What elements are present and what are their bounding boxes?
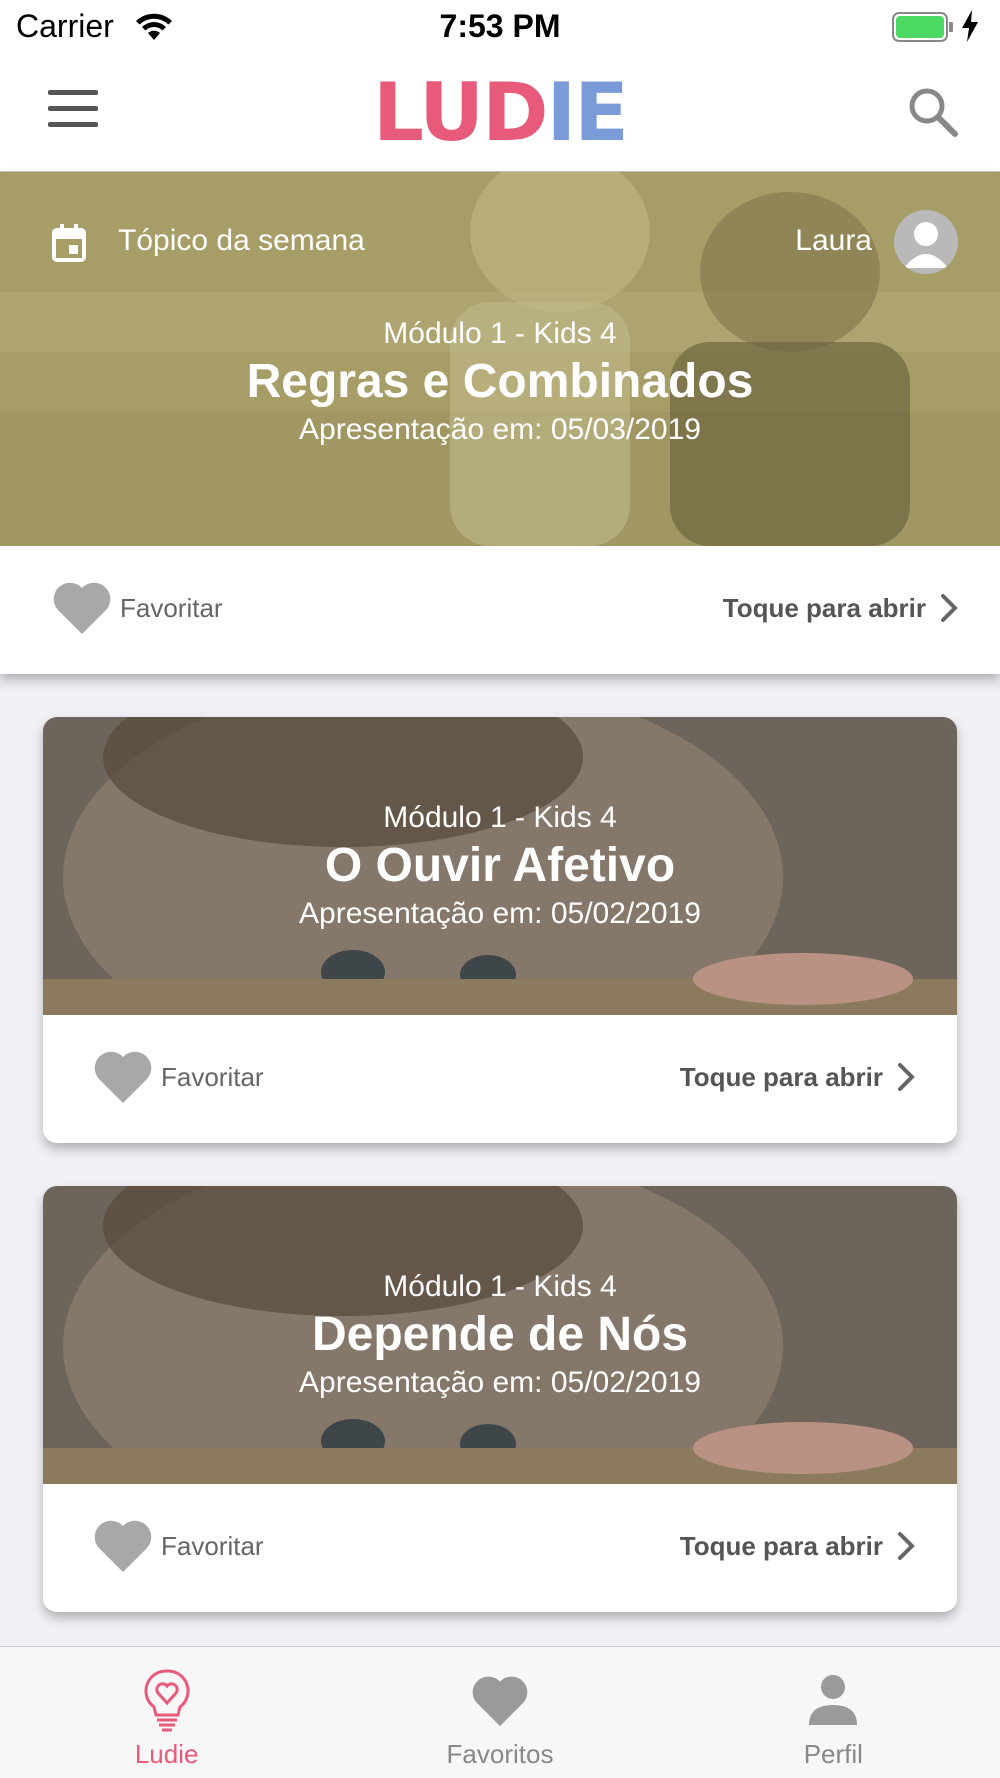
favorite-button[interactable]: Favoritar bbox=[93, 1516, 264, 1576]
topic-card[interactable]: Módulo 1 - Kids 4 Depende de Nós Apresen… bbox=[43, 1186, 957, 1612]
open-topic-button[interactable]: Toque para abrir bbox=[723, 578, 958, 638]
tab-label: Perfil bbox=[803, 1739, 863, 1769]
heart-icon bbox=[53, 582, 111, 634]
topic-hero-text: Módulo 1 - Kids 4 Depende de Nós Apresen… bbox=[43, 1186, 957, 1484]
open-label: Toque para abrir bbox=[679, 1530, 883, 1561]
person-icon bbox=[809, 1675, 858, 1725]
tab-perfil[interactable]: Perfil bbox=[667, 1647, 1000, 1778]
topic-hero-text: Módulo 1 - Kids 4 O Ouvir Afetivo Aprese… bbox=[43, 717, 957, 1015]
module-label: Módulo 1 - Kids 4 bbox=[383, 317, 617, 350]
module-label: Módulo 1 - Kids 4 bbox=[383, 1270, 617, 1303]
featured-hero-image[interactable]: Tópico da semana Laura Módulo 1 - Kids 4… bbox=[0, 172, 1000, 546]
topic-card[interactable]: Módulo 1 - Kids 4 O Ouvir Afetivo Aprese… bbox=[43, 717, 957, 1143]
tab-favoritos[interactable]: Favoritos bbox=[333, 1647, 666, 1778]
topic-title: Regras e Combinados bbox=[246, 355, 754, 408]
topic-hero-image[interactable]: Módulo 1 - Kids 4 O Ouvir Afetivo Aprese… bbox=[43, 717, 957, 1015]
presentation-date: Apresentação em: 05/02/2019 bbox=[299, 1366, 701, 1399]
presentation-date: Apresentação em: 05/03/2019 bbox=[299, 413, 701, 446]
open-topic-button[interactable]: Toque para abrir bbox=[680, 1516, 915, 1576]
open-topic-button[interactable]: Toque para abrir bbox=[680, 1047, 915, 1107]
app-logo: LUDIE bbox=[373, 66, 629, 159]
open-label: Toque para abrir bbox=[679, 1061, 883, 1092]
tab-label: Ludie bbox=[134, 1739, 199, 1769]
favorite-label: Favoritar bbox=[120, 592, 223, 623]
heart-icon bbox=[472, 1676, 528, 1727]
card-footer: Favoritar Toque para abrir bbox=[0, 546, 1000, 674]
chevron-right-icon bbox=[898, 1532, 915, 1560]
favorite-button[interactable]: Favoritar bbox=[52, 578, 223, 638]
module-label: Módulo 1 - Kids 4 bbox=[383, 801, 617, 834]
search-icon[interactable] bbox=[905, 84, 961, 140]
tab-label: Favoritos bbox=[446, 1739, 554, 1769]
bottom-tab-bar: Ludie Favoritos Perfil bbox=[0, 1646, 1000, 1778]
charging-icon bbox=[962, 10, 978, 42]
battery-icon bbox=[892, 12, 953, 42]
card-footer: Favoritar Toque para abrir bbox=[43, 1015, 957, 1143]
heart-icon bbox=[94, 1520, 152, 1572]
lightbulb-heart-icon bbox=[144, 1669, 190, 1732]
topic-title: O Ouvir Afetivo bbox=[324, 839, 676, 892]
card-footer: Favoritar Toque para abrir bbox=[43, 1484, 957, 1612]
status-bar: Carrier 7:53 PM bbox=[0, 0, 1000, 54]
app-header: LUDIE bbox=[0, 54, 1000, 172]
featured-hero-text: Módulo 1 - Kids 4 Regras e Combinados Ap… bbox=[0, 172, 1000, 546]
featured-topic-card[interactable]: Tópico da semana Laura Módulo 1 - Kids 4… bbox=[0, 172, 1000, 674]
tab-ludie[interactable]: Ludie bbox=[0, 1647, 333, 1778]
favorite-label: Favoritar bbox=[161, 1530, 264, 1561]
favorite-button[interactable]: Favoritar bbox=[93, 1047, 264, 1107]
presentation-date: Apresentação em: 05/02/2019 bbox=[299, 897, 701, 930]
open-label: Toque para abrir bbox=[722, 592, 926, 623]
heart-icon bbox=[94, 1051, 152, 1103]
chevron-right-icon bbox=[941, 594, 958, 622]
topic-hero-image[interactable]: Módulo 1 - Kids 4 Depende de Nós Apresen… bbox=[43, 1186, 957, 1484]
favorite-label: Favoritar bbox=[161, 1061, 264, 1092]
clock-label: 7:53 PM bbox=[439, 8, 561, 44]
topic-title: Depende de Nós bbox=[311, 1308, 689, 1361]
chevron-right-icon bbox=[898, 1063, 915, 1091]
